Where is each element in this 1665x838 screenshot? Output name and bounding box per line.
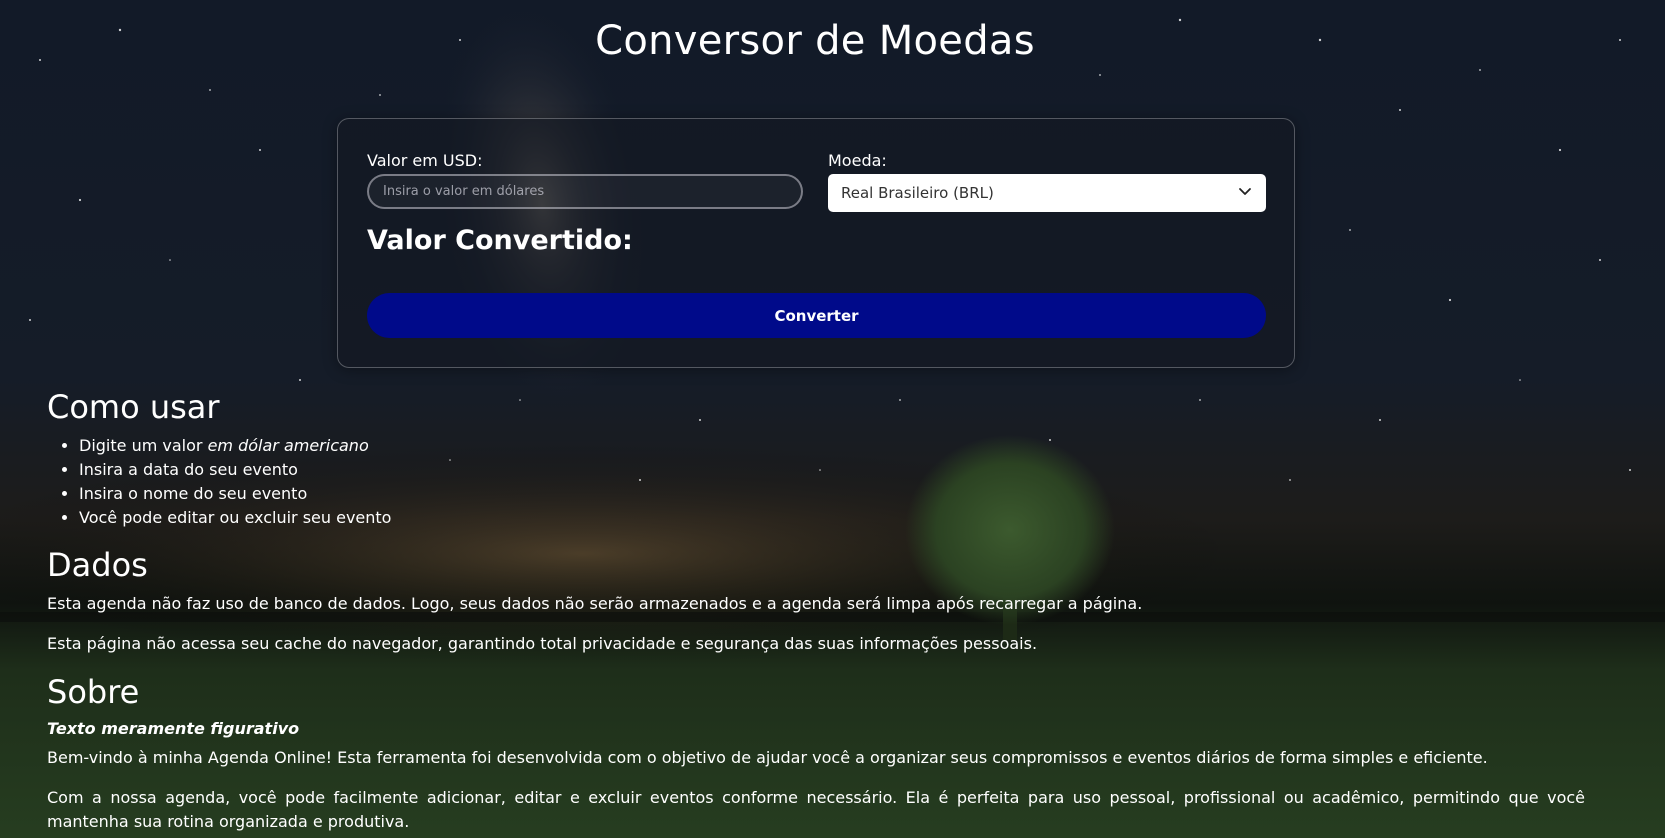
list-item: Insira a data do seu evento (79, 458, 391, 482)
como-usar-list: Digite um valor em dólar americano Insir… (47, 434, 391, 530)
dados-paragraph-2: Esta página não acessa seu cache do nave… (47, 634, 1038, 653)
page-title: Conversor de Moedas (595, 18, 1035, 64)
list-item: Digite um valor em dólar americano (79, 434, 391, 458)
sobre-paragraph-2: Com a nossa agenda, você pode facilmente… (47, 788, 1585, 831)
currency-select[interactable]: Real Brasileiro (BRL) (828, 174, 1266, 212)
sobre-subtitle: Texto meramente figurativo (47, 719, 300, 738)
list-item-text: Insira a data do seu evento (79, 460, 298, 479)
currency-select-value: Real Brasileiro (BRL) (841, 184, 994, 202)
list-item: Você pode editar ou excluir seu evento (79, 506, 391, 530)
list-item-text: Digite um valor (79, 436, 208, 455)
usd-input[interactable] (367, 174, 803, 209)
sobre-heading: Sobre (47, 673, 140, 711)
usd-label: Valor em USD: (367, 151, 483, 170)
list-item-emphasis: em dólar americano (207, 436, 369, 455)
currency-label: Moeda: (828, 151, 887, 170)
dados-heading: Dados (47, 546, 148, 584)
converted-value-label: Valor Convertido: (367, 225, 633, 256)
list-item-text: Você pode editar ou excluir seu evento (79, 508, 392, 527)
sobre-paragraph-1: Bem-vindo à minha Agenda Online! Esta fe… (47, 748, 1488, 767)
list-item-text: Insira o nome do seu evento (79, 484, 308, 503)
chevron-down-icon (1239, 188, 1251, 195)
page: Conversor de Moedas Valor em USD: Moeda:… (0, 0, 1665, 838)
converter-card: Valor em USD: Moeda: Real Brasileiro (BR… (337, 118, 1295, 368)
dados-paragraph-1: Esta agenda não faz uso de banco de dado… (47, 594, 1143, 613)
list-item: Insira o nome do seu evento (79, 482, 391, 506)
como-usar-heading: Como usar (47, 388, 220, 426)
convert-button[interactable]: Converter (367, 293, 1266, 338)
